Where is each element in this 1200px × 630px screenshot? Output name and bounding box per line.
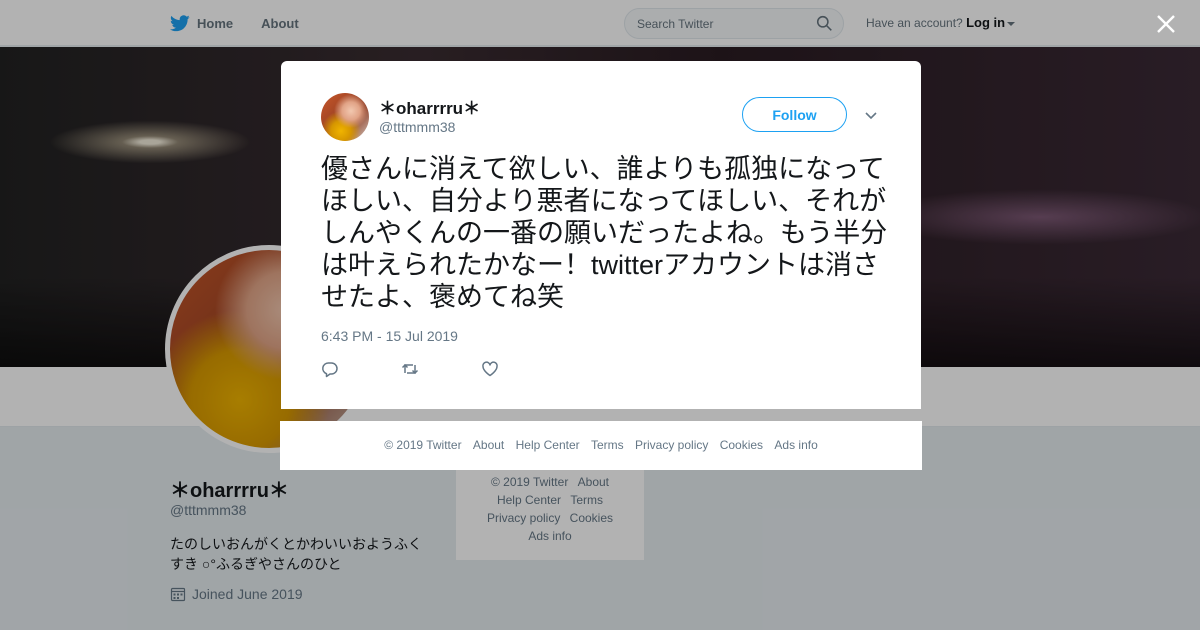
footer-terms[interactable]: Terms bbox=[591, 438, 624, 452]
footer-cookies[interactable]: Cookies bbox=[720, 438, 763, 452]
footer-about[interactable]: About bbox=[473, 438, 504, 452]
tweet-actions bbox=[321, 360, 561, 383]
footer-copyright: © 2019 Twitter bbox=[384, 438, 462, 452]
retweet-icon bbox=[401, 363, 419, 375]
modal-footer: © 2019 Twitter About Help Center Terms P… bbox=[280, 421, 922, 470]
tweet-timestamp[interactable]: 6:43 PM - 15 Jul 2019 bbox=[321, 328, 458, 344]
reply-icon bbox=[322, 362, 338, 378]
tweet-author-avatar[interactable] bbox=[321, 93, 369, 141]
tweet-author-handle[interactable]: @tttmmm38 bbox=[379, 119, 455, 135]
chevron-down-icon[interactable] bbox=[863, 107, 879, 123]
footer-privacy[interactable]: Privacy policy bbox=[635, 438, 708, 452]
like-button[interactable] bbox=[481, 360, 561, 383]
footer-ads[interactable]: Ads info bbox=[774, 438, 817, 452]
close-icon[interactable] bbox=[1155, 13, 1177, 35]
retweet-button[interactable] bbox=[401, 360, 481, 383]
footer-help[interactable]: Help Center bbox=[516, 438, 580, 452]
like-icon bbox=[482, 361, 498, 377]
tweet-author-name[interactable]: ＊oharrrru＊ bbox=[379, 94, 480, 119]
tweet-modal: ＊oharrrru＊ @tttmmm38 Follow 優さんに消えて欲しい、誰… bbox=[281, 61, 921, 409]
reply-button[interactable] bbox=[321, 360, 401, 383]
tweet-text: 優さんに消えて欲しい、誰よりも孤独になってほしい、自分より悪者になってほしい、そ… bbox=[321, 154, 888, 312]
follow-button[interactable]: Follow bbox=[742, 97, 847, 132]
